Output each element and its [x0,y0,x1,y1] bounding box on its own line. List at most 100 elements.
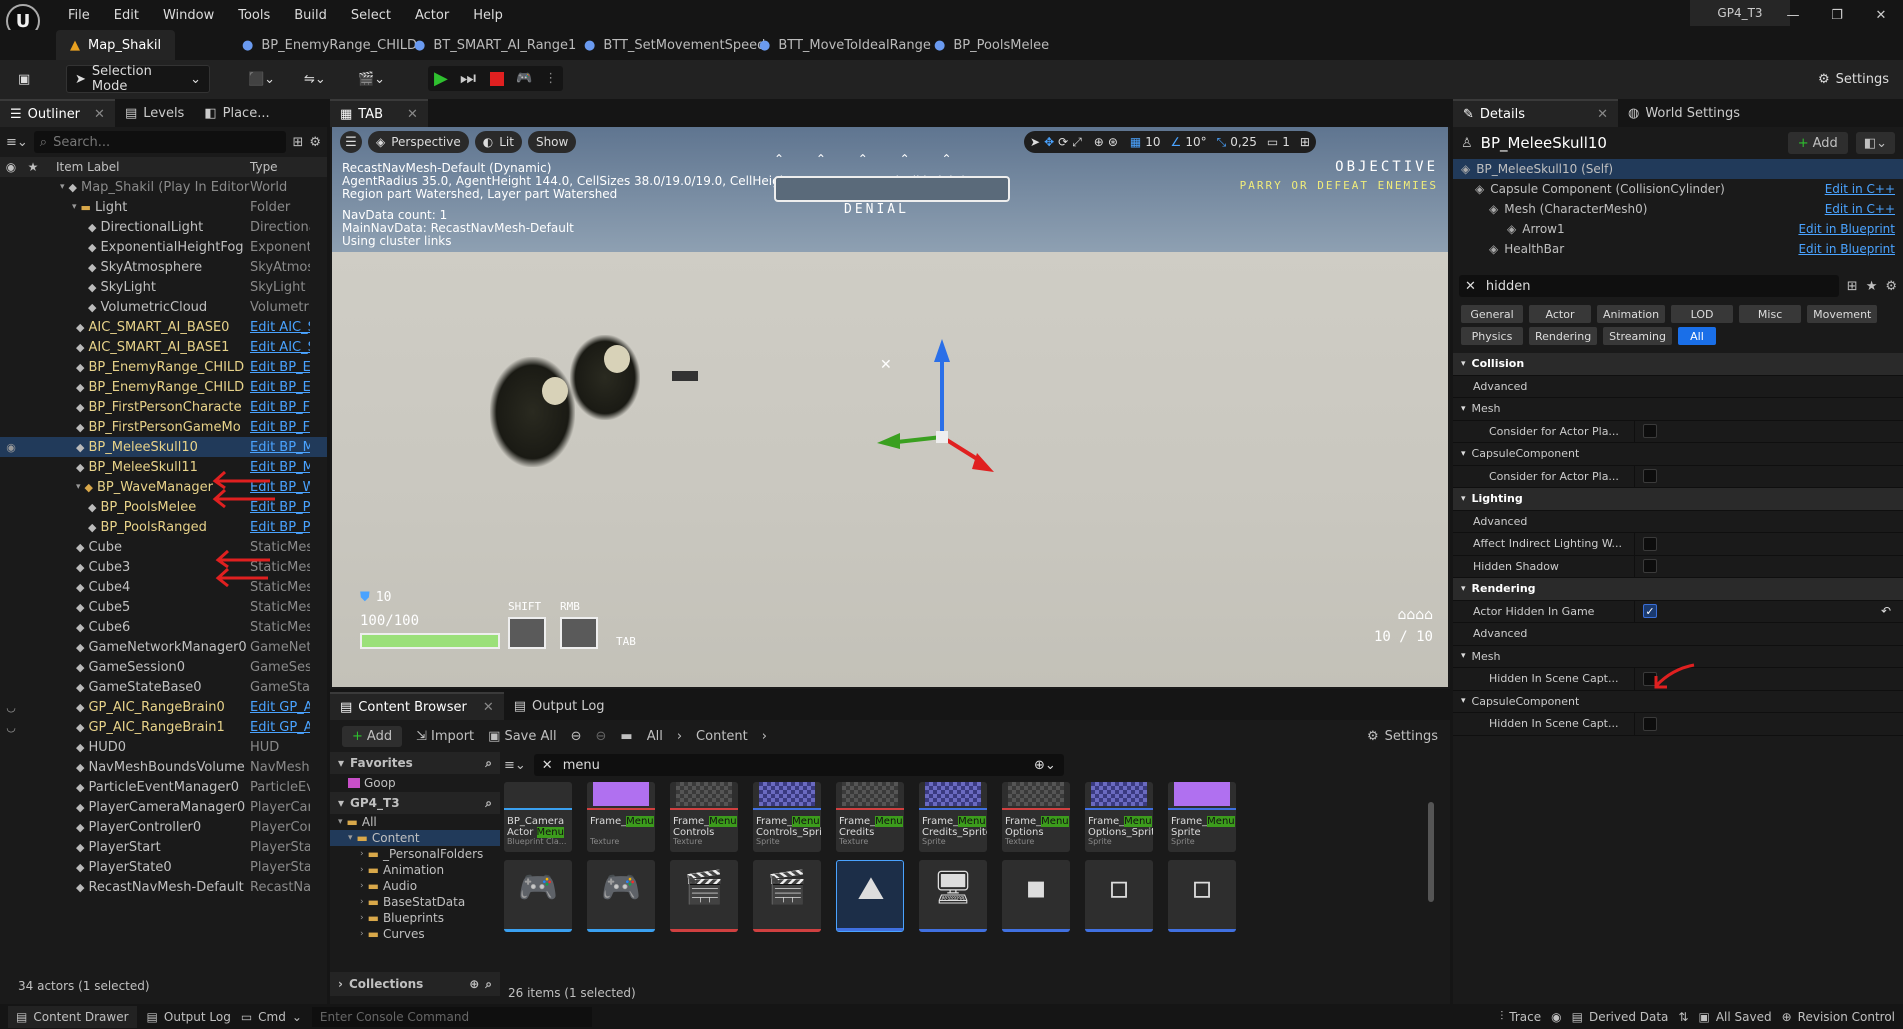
component-edit-link[interactable]: Edit in C++ [1825,182,1895,196]
asset-tile[interactable]: 🎬 [670,860,738,932]
outliner-row[interactable]: ◆BP_EnemyRange_CHILDEdit BP_Ene [0,357,327,377]
splitter[interactable] [1634,667,1635,690]
tab-content-browser[interactable]: ▤ Content Browser ✕ [330,692,504,720]
record-icon[interactable]: ◉ [1551,1010,1561,1024]
asset-tile[interactable]: ▫ [1085,860,1153,932]
outliner-row[interactable]: ◆ExponentialHeightFogExponentiall [0,237,327,257]
property-row[interactable]: ▾ Lighting [1453,488,1903,511]
triangle-down-icon[interactable]: ▾ [72,202,77,212]
blueprint-icon[interactable]: ⇋⌄ [296,65,334,93]
asset-tile[interactable]: 🎮 [504,860,572,932]
outliner-row[interactable]: ◆RecastNavMesh-DefaultRecastNavM [0,877,327,897]
search-icon[interactable]: ⌕ [485,756,492,771]
tab-viewport[interactable]: ▦ TAB ✕ [330,99,428,127]
menu-build[interactable]: Build [282,2,339,28]
filter-movement[interactable]: Movement [1807,305,1878,323]
clear-icon[interactable]: ✕ [1465,279,1476,294]
property-checkbox[interactable] [1643,469,1657,484]
blueprint-options-icon[interactable]: ◧⌄ [1855,132,1895,154]
transform-gizmo[interactable] [872,337,1022,477]
outliner-row[interactable]: ◆VolumetricCloudVolumetricC [0,297,327,317]
folder-tree-item[interactable]: › ▬ _PersonalFolders [330,846,500,862]
filter-general[interactable]: General [1461,305,1523,323]
asset-tile[interactable]: BP_Camera Actor Menu Blueprint Cla... [504,782,572,852]
gear-icon[interactable]: ⚙ [1885,279,1897,294]
property-checkbox[interactable]: ✓ [1643,604,1657,619]
component-row[interactable]: ◈ HealthBar Edit in Blueprint [1453,239,1903,259]
filter-misc[interactable]: Misc [1739,305,1802,323]
selection-mode-dropdown[interactable]: ➤ Selection Mode ⌄ [66,64,210,94]
asset-tile[interactable]: Frame_Menu Texture [587,782,655,852]
add-component-button[interactable]: + Add [1787,132,1848,154]
scale-snap-icon[interactable]: ⤡ [1217,135,1227,150]
property-checkbox[interactable] [1643,559,1657,574]
filter-all[interactable]: All [1677,327,1716,345]
outliner-row[interactable]: ◆ HUD0 HUD [0,737,327,757]
asset-tile[interactable]: Frame_MenuOptions_SpriteSprite [1085,782,1153,852]
project-header[interactable]: ▾ GP4_T3 ⌕ [330,792,500,814]
viewport-scene[interactable]: ☰ ◈ Perspective ◐ Lit Show ➤ ✥ ⟳ ⤢ ⊕ ⊛ ▦ 10… [332,127,1448,687]
menu-actor[interactable]: Actor [403,2,461,28]
outliner-row[interactable]: ◆PlayerState0PlayerState [0,857,327,877]
tab-place-actors[interactable]: ◧ Place... [194,99,279,127]
row-type[interactable]: Edit BP_Ene [250,380,310,395]
favorite-item[interactable]: Goop [330,774,500,792]
layout-icon[interactable]: ⊞ [1300,135,1310,149]
perspective-button[interactable]: ◈ Perspective [368,131,469,153]
component-edit-link[interactable]: Edit in Blueprint [1798,222,1895,236]
triangle-down-icon[interactable]: ▾ [60,182,65,192]
splitter[interactable] [1634,465,1635,488]
outliner-row[interactable]: ◆ SkyLight SkyLight [0,277,327,297]
close-icon[interactable]: ✕ [94,107,105,122]
outliner-row[interactable]: ◆GameStateBase0GameStateE [0,677,327,697]
component-edit-link[interactable]: Edit in Blueprint [1798,242,1895,256]
all-saved-button[interactable]: ▣ All Saved [1698,1010,1771,1024]
outliner-row[interactable]: ▾ ▬ Light Folder [0,197,327,217]
folder-tree-item[interactable]: › ▬ BaseStatData [330,894,500,910]
property-row[interactable]: Advanced [1453,376,1903,398]
derived-data-button[interactable]: ▤ Derived Data [1572,1010,1669,1024]
forward-icon[interactable]: ⊖ [596,729,607,744]
outliner-row[interactable]: ◆AIC_SMART_AI_BASE0Edit AIC_SM [0,317,327,337]
filter-icon[interactable]: ≡⌄ [6,135,28,150]
outliner-row[interactable]: ◆Cube5StaticMeshA [0,597,327,617]
splitter[interactable] [1634,600,1635,623]
star-icon[interactable]: ★ [1866,279,1878,294]
property-row[interactable]: ▾ Mesh [1453,398,1903,421]
console-input[interactable]: Enter Console Command [311,1006,592,1027]
filter-lod[interactable]: LOD [1671,305,1734,323]
outliner-row[interactable]: ◆NavMeshBoundsVolumeNavMeshBo [0,757,327,777]
lit-button[interactable]: ◐ Lit [474,131,522,153]
folder-tree-item[interactable]: ▾ ▬ Content [330,830,500,846]
asset-tile[interactable]: 🎮 [587,860,655,932]
folder-icon[interactable]: ▬ [620,729,632,744]
filter-rendering[interactable]: Rendering [1529,327,1598,345]
add-folder-icon[interactable]: ⊞ [292,135,303,150]
outliner-row[interactable]: ◆PlayerCameraManager0PlayerCame [0,797,327,817]
outliner-row[interactable]: ◆BP_FirstPersonCharacteEdit BP_Firs [0,397,327,417]
back-icon[interactable]: ⊖ [571,729,582,744]
property-checkbox[interactable] [1643,424,1657,439]
outliner-row[interactable]: ◆AIC_SMART_AI_BASE1Edit AIC_SM [0,337,327,357]
tab-details[interactable]: ✎ Details ✕ [1453,99,1618,127]
tab-output-log[interactable]: ▤ Output Log [504,692,615,720]
asset-tile[interactable]: Frame_Menu Credits Texture [836,782,904,852]
step-icon[interactable]: ⏭ [460,68,476,89]
property-row[interactable]: Advanced [1453,511,1903,533]
tab-outliner[interactable]: ☰ Outliner ✕ [0,99,115,127]
filter-streaming[interactable]: Streaming [1603,327,1672,345]
menu-window[interactable]: Window [151,2,226,28]
maximize-icon[interactable]: ❐ [1815,8,1859,23]
add-filter-icon[interactable]: ⊕⌄ [1034,758,1056,773]
filter-icon[interactable]: ≡⌄ [504,758,526,773]
reset-icon[interactable]: ↶ [1881,604,1891,618]
outliner-row[interactable]: ◆DirectionalLightDirectionalL [0,217,327,237]
asset-tile[interactable]: Frame_MenuControls_SpriteSprite [753,782,821,852]
row-type[interactable]: Edit AIC_SM [250,340,310,355]
outliner-row[interactable]: ◆BP_FirstPersonGameMoEdit BP_Firs [0,417,327,437]
trace-button[interactable]: ⫶ Trace [1500,1009,1541,1024]
doc-tab[interactable]: ● BT_SMART_AI_Range1 [400,30,590,60]
scale-icon[interactable]: ⤢ [1072,135,1082,150]
outliner-row[interactable]: ◡◆GP_AIC_RangeBrain1Edit GP_AIC [0,717,327,737]
component-row[interactable]: ◈ Arrow1 Edit in Blueprint [1453,219,1903,239]
